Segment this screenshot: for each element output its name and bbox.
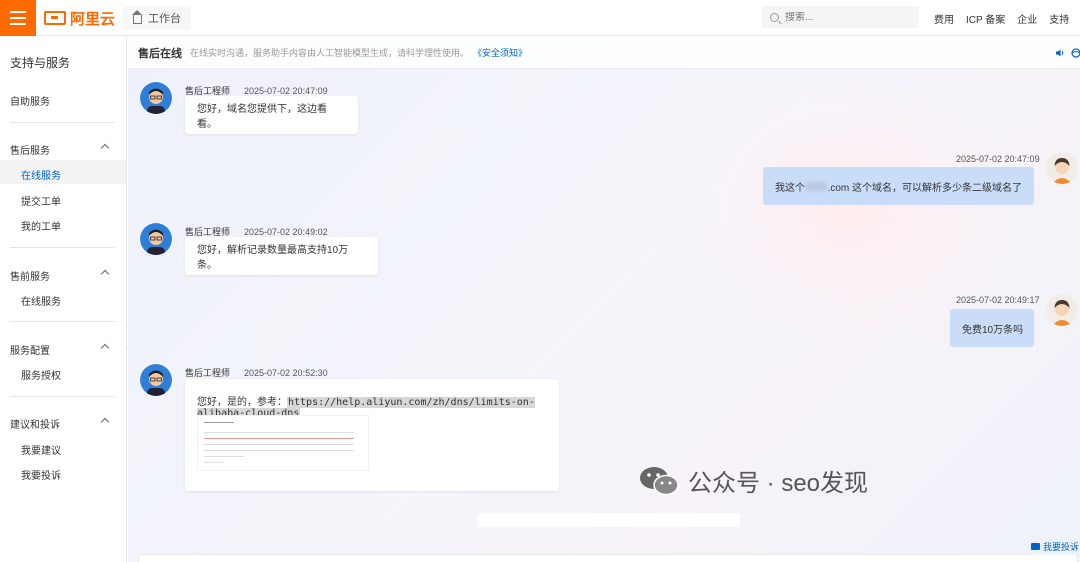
workbench-tab[interactable]: 工作台 — [123, 6, 191, 30]
home-icon — [132, 9, 142, 24]
sidebar-divider — [10, 321, 115, 322]
user-message-bubble: 免费10万条吗 — [950, 309, 1034, 347]
speaker-icon[interactable] — [1055, 48, 1065, 58]
sidebar-divider — [10, 247, 115, 248]
sidebar-item-self-service[interactable]: 自助服务 — [10, 93, 50, 108]
message-meta: 售后工程师 2025-07-02 20:52:30 — [185, 366, 328, 379]
user-avatar — [1046, 294, 1078, 326]
engineer-avatar — [140, 364, 172, 396]
message-time: 2025-07-02 20:52:30 — [244, 368, 328, 378]
nav-icp[interactable]: ICP 备案 — [966, 11, 1005, 26]
message-text: 您好，解析记录数量最高支持10万条。 — [197, 245, 349, 271]
menu-icon[interactable] — [0, 0, 36, 36]
message-input-area[interactable] — [138, 554, 1078, 562]
sender-name: 售后工程师 — [185, 86, 231, 96]
ai-notice: 在线实时沟通，服务助手内容由人工智能模型生成，请科学理性使用。 — [190, 48, 470, 58]
aliyun-logo-icon — [44, 11, 66, 25]
sidebar-item-complaint[interactable]: 我要投诉 — [21, 467, 61, 482]
sidebar-title: 支持与服务 — [10, 56, 71, 70]
logo-text: 阿里云 — [70, 10, 116, 28]
sidebar-item-my-tickets[interactable]: 我的工单 — [21, 218, 61, 233]
sidebar-active-highlight — [0, 160, 126, 184]
message-text: 您好，域名您提供下，这边看看。 — [197, 104, 327, 130]
redacted-domain — [806, 181, 827, 191]
next-message-card — [478, 513, 740, 527]
wechat-watermark: 公众号 · seo发现 — [638, 463, 868, 498]
message-text: 我这个 — [775, 182, 805, 194]
agent-message-bubble: 您好，域名您提供下，这边看看。 — [185, 96, 358, 134]
complaint-button[interactable]: 我要投诉 — [1027, 538, 1080, 555]
nav-enterprise[interactable]: 企业 — [1017, 11, 1037, 26]
message-text: 免费10万条吗 — [962, 324, 1024, 336]
search-input[interactable] — [785, 11, 905, 23]
more-icon[interactable] — [1070, 48, 1080, 58]
search-icon — [770, 12, 779, 22]
top-nav: 费用 ICP 备案 企业 支持 工 — [934, 0, 1080, 36]
message-time: 2025-07-02 20:49:17 — [956, 295, 1040, 305]
agent-message-bubble: 您好，解析记录数量最高支持10万条。 — [185, 237, 378, 275]
info-bar: 售后在线 在线实时沟通，服务助手内容由人工智能模型生成，请科学理性使用。 《安全… — [128, 37, 1080, 69]
message-time: 2025-07-02 20:49:02 — [244, 227, 328, 237]
safety-notice-link[interactable]: 《安全须知》 — [473, 46, 527, 59]
wechat-icon — [640, 466, 679, 495]
sidebar-group-service-config[interactable]: 服务配置 — [10, 342, 50, 357]
workbench-label: 工作台 — [148, 13, 181, 25]
search-box[interactable] — [762, 6, 919, 28]
chevron-up-icon[interactable] — [100, 343, 110, 353]
sidebar-divider — [10, 396, 115, 397]
chat-panel: 售后在线 在线实时沟通，服务助手内容由人工智能模型生成，请科学理性使用。 《安全… — [128, 37, 1080, 562]
sidebar-item-suggestion[interactable]: 我要建议 — [21, 442, 61, 457]
sidebar: 支持与服务 自助服务 售后服务 在线服务 提交工单 我的工单 售前服务 在线服务… — [0, 36, 127, 562]
sidebar-item-submit-ticket[interactable]: 提交工单 — [21, 193, 61, 208]
message-text: .com 这个域名，可以解析多少条二级域名了 — [827, 182, 1022, 194]
sidebar-group-feedback[interactable]: 建议和投诉 — [10, 416, 60, 431]
engineer-avatar — [140, 82, 172, 114]
chevron-up-icon[interactable] — [100, 143, 110, 153]
screenshot-thumbnail[interactable] — [197, 415, 369, 471]
message-icon — [1031, 543, 1040, 550]
top-bar: 阿里云 工作台 费用 ICP 备案 企业 支持 工 — [0, 0, 1080, 36]
complaint-label: 我要投诉 — [1043, 542, 1080, 552]
sidebar-group-after-sales[interactable]: 售后服务 — [10, 142, 50, 157]
message-text: 您好，是的，参考： — [197, 397, 287, 408]
watermark-text: 公众号 · seo发现 — [688, 470, 869, 497]
sidebar-item-presales-online[interactable]: 在线服务 — [21, 293, 61, 308]
sidebar-item-online-service[interactable]: 在线服务 — [21, 167, 61, 182]
agent-message-bubble: 您好，是的，参考：https://help.aliyun.com/zh/dns/… — [185, 379, 559, 491]
user-avatar — [1046, 152, 1078, 184]
user-message-bubble: 我这个 .com 这个域名，可以解析多少条二级域名了 — [763, 167, 1034, 205]
sidebar-item-service-auth[interactable]: 服务授权 — [21, 367, 61, 382]
nav-support[interactable]: 支持 — [1049, 11, 1069, 26]
nav-billing[interactable]: 费用 — [934, 11, 954, 26]
sender-name: 售后工程师 — [185, 227, 231, 237]
message-time: 2025-07-02 20:47:09 — [956, 154, 1040, 164]
sender-name: 售后工程师 — [185, 368, 231, 378]
engineer-avatar — [140, 223, 172, 255]
chevron-up-icon[interactable] — [100, 269, 110, 279]
chevron-up-icon[interactable] — [100, 417, 110, 427]
sidebar-group-pre-sales[interactable]: 售前服务 — [10, 268, 50, 283]
chat-title: 售后在线 — [138, 47, 182, 60]
sidebar-divider — [10, 122, 115, 123]
aliyun-logo[interactable]: 阿里云 — [44, 8, 115, 28]
message-time: 2025-07-02 20:47:09 — [244, 86, 328, 96]
